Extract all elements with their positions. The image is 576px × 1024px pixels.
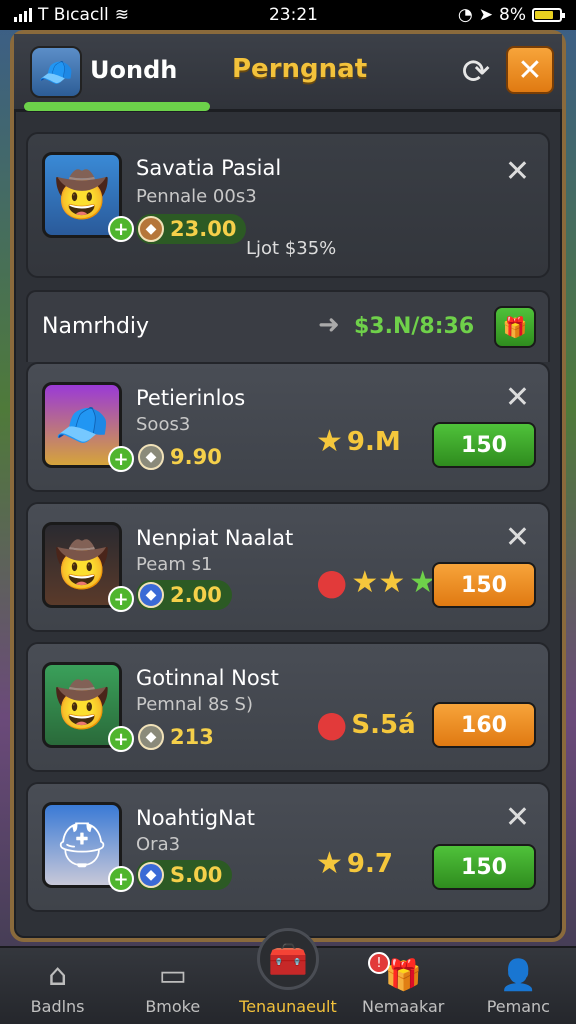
coin-pill: ◆ 2.00 bbox=[136, 580, 232, 610]
buy-button[interactable]: 160 bbox=[432, 702, 536, 748]
close-icon[interactable]: ✕ bbox=[505, 380, 530, 415]
close-icon[interactable]: ✕ bbox=[505, 520, 530, 555]
profile-icon: 👤 bbox=[499, 958, 538, 993]
coin-pill: ◆ 9.90 bbox=[136, 442, 232, 472]
nav-home[interactable]: ⌂ Badlns bbox=[3, 958, 113, 1016]
balloon-icon: ● bbox=[316, 704, 348, 745]
clock: 23:21 bbox=[268, 5, 318, 25]
card-name: NoahtigNat bbox=[136, 806, 255, 830]
featured-card: 🤠 + Savatia Pasial Pennale 00s3 ◆ 23.00 … bbox=[26, 132, 550, 278]
coin-pill: ◆ 23.00 bbox=[136, 214, 247, 244]
coin-pill: ◆ 213 bbox=[136, 722, 224, 752]
notification-badge: ! bbox=[368, 952, 390, 974]
buy-button[interactable]: 150 bbox=[432, 422, 536, 468]
close-icon[interactable]: ✕ bbox=[505, 154, 530, 189]
plus-icon[interactable]: + bbox=[108, 866, 134, 892]
battery-icon bbox=[532, 8, 565, 22]
chat-icon: ▭ bbox=[158, 958, 187, 993]
section-header: Namrhdiy ➜ $3.N/8:36 🎁 bbox=[26, 290, 550, 362]
list-item: 🤠 + Nenpiat Naalat Peam s1 ◆ 2.00 ● ★★ ★… bbox=[26, 502, 550, 632]
coin-icon: ◆ bbox=[138, 582, 164, 608]
wifi-icon: ≋ bbox=[114, 5, 129, 25]
coin-icon: ◆ bbox=[138, 216, 164, 242]
section-title: Namrhdiy bbox=[42, 314, 150, 339]
header: 🧢 Uondh Perngnat ⟳ ✕ bbox=[14, 34, 562, 112]
card-sub: Soos3 bbox=[136, 414, 191, 435]
close-icon[interactable]: ✕ bbox=[505, 800, 530, 835]
location-icon: ➤ bbox=[478, 5, 494, 25]
arrow-right-icon: ➜ bbox=[318, 310, 340, 340]
close-button[interactable]: ✕ bbox=[506, 46, 554, 94]
card-name: Nenpiat Naalat bbox=[136, 526, 294, 550]
coin-icon: ◆ bbox=[138, 862, 164, 888]
player-avatar[interactable]: 🧢 bbox=[30, 46, 82, 98]
status-bar: T Bıcacll ≋ 23:21 ◔ ➤ 8% bbox=[0, 0, 576, 30]
rating-value: ★ 9.7 bbox=[316, 846, 393, 881]
carrier-label: T Bıcacll bbox=[38, 5, 109, 25]
nav-chat[interactable]: ▭ Bmoke bbox=[118, 958, 228, 1016]
coin-icon: ◆ bbox=[138, 724, 164, 750]
rating-value: ● S.5á bbox=[316, 704, 416, 745]
gift-icon: 🎁 bbox=[384, 958, 422, 993]
card-sub: Pennale 00s3 bbox=[136, 186, 257, 207]
card-name: Savatia Pasial bbox=[136, 156, 282, 180]
star-icon: ★★ bbox=[351, 565, 406, 600]
coin-pill: ◆ S.00 bbox=[136, 860, 233, 890]
card-name: Gotinnal Nost bbox=[136, 666, 279, 690]
coin-value: 213 bbox=[170, 725, 214, 749]
nav-profile[interactable]: 👤 Pemanc bbox=[463, 958, 573, 1016]
chest-icon[interactable]: 🧰 bbox=[257, 928, 319, 990]
home-icon: ⌂ bbox=[48, 958, 68, 993]
star-icon: ★ bbox=[316, 424, 343, 459]
card-sub: Ora3 bbox=[136, 834, 181, 855]
xp-progress-bar bbox=[24, 102, 210, 111]
coin-value: 23.00 bbox=[170, 217, 237, 241]
balloon-icon: ● bbox=[316, 562, 348, 603]
plus-icon[interactable]: + bbox=[108, 586, 134, 612]
plus-icon[interactable]: + bbox=[108, 446, 134, 472]
alarm-icon: ◔ bbox=[457, 5, 473, 25]
coin-icon: ◆ bbox=[138, 444, 164, 470]
page-title: Perngnat bbox=[232, 54, 368, 84]
player-name: Uondh bbox=[90, 56, 178, 84]
refresh-icon[interactable]: ⟳ bbox=[454, 50, 498, 94]
plus-icon[interactable]: + bbox=[108, 726, 134, 752]
card-sub: Peam s1 bbox=[136, 554, 213, 575]
buy-button[interactable]: 150 bbox=[432, 562, 536, 608]
coin-value: S.00 bbox=[170, 863, 223, 887]
list-item: 🤠 + Gotinnal Nost Pemnal 8s S) ◆ 213 ● S.… bbox=[26, 642, 550, 772]
card-extra: Ljot $35% bbox=[246, 238, 337, 259]
nav-gift[interactable]: 🎁 Nemaakar bbox=[348, 958, 458, 1016]
signal-icon bbox=[14, 8, 32, 22]
section-value: $3.N/8:36 bbox=[354, 314, 475, 339]
list-item: ⛑ + NoahtigNat Ora3 ◆ S.00 ★ 9.7 150 ✕ bbox=[26, 782, 550, 912]
coin-value: 2.00 bbox=[170, 583, 222, 607]
star-icon: ★ bbox=[316, 846, 343, 881]
rating-value: ● ★★ ★ bbox=[316, 562, 436, 603]
rating-value: ★ 9.M bbox=[316, 424, 401, 459]
battery-label: 8% bbox=[499, 5, 526, 25]
gift-button[interactable]: 🎁 bbox=[494, 306, 536, 348]
list-item: 🧢 + Petierinlos Soos3 ◆ 9.90 ★ 9.M 150 ✕ bbox=[26, 362, 550, 492]
card-sub: Pemnal 8s S) bbox=[136, 694, 253, 715]
coin-value: 9.90 bbox=[170, 445, 222, 469]
buy-button[interactable]: 150 bbox=[432, 844, 536, 890]
plus-icon[interactable]: + bbox=[108, 216, 134, 242]
card-name: Petierinlos bbox=[136, 386, 246, 410]
